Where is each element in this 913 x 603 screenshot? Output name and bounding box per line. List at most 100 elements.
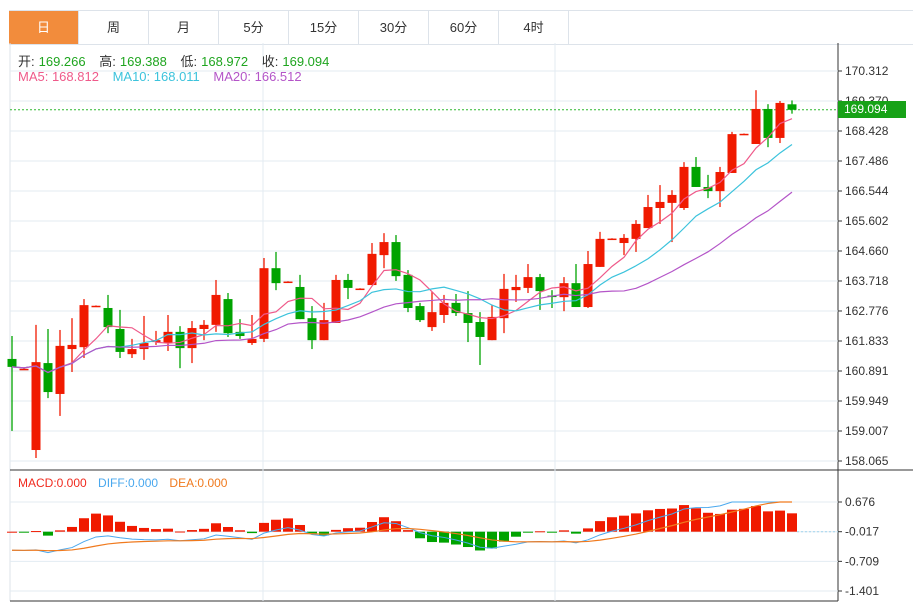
macd-bar bbox=[223, 526, 233, 532]
macd-bar bbox=[259, 522, 269, 532]
candle-body bbox=[475, 321, 485, 337]
price-tick-label: 159.007 bbox=[845, 424, 889, 438]
macd-bar bbox=[667, 508, 677, 532]
candle-body bbox=[7, 358, 17, 367]
macd-bar bbox=[31, 531, 41, 533]
macd-bar bbox=[127, 525, 137, 532]
macd-bar bbox=[775, 510, 785, 532]
ma5-line bbox=[11, 118, 793, 374]
macd-bar bbox=[331, 529, 341, 532]
candle-body bbox=[307, 318, 317, 341]
candle-body bbox=[511, 286, 521, 291]
macd-bar bbox=[787, 513, 797, 532]
macd-tick-label: 0.676 bbox=[845, 495, 875, 509]
ma-readout: MA5: 168.812 MA10: 168.011 MA20: 166.512 bbox=[18, 69, 306, 84]
macd-readout: MACD:0.000 DIFF:0.000 DEA:0.000 bbox=[18, 476, 227, 490]
macd-bar bbox=[295, 524, 305, 532]
ma20-value: MA20: 166.512 bbox=[213, 69, 302, 84]
candle-body bbox=[787, 104, 797, 110]
price-tick-label: 161.833 bbox=[845, 334, 889, 348]
macd-bar bbox=[283, 518, 293, 532]
high-label: 高: bbox=[99, 54, 116, 69]
low-value: 168.972 bbox=[201, 54, 249, 69]
price-tick-label: 160.891 bbox=[845, 364, 889, 378]
ma10-line bbox=[11, 143, 793, 374]
macd-bar bbox=[247, 531, 257, 534]
macd-bar bbox=[607, 517, 617, 532]
price-tick-label: 159.949 bbox=[845, 394, 889, 408]
macd-bar bbox=[631, 513, 641, 532]
macd-bar bbox=[535, 531, 545, 533]
close-value: 169.094 bbox=[282, 54, 330, 69]
candle-body bbox=[223, 299, 233, 334]
macd-bar bbox=[151, 529, 161, 532]
candle-body bbox=[163, 331, 173, 344]
candle-body bbox=[607, 238, 617, 241]
candle-body bbox=[259, 268, 269, 339]
price-tick-label: 167.486 bbox=[845, 154, 889, 168]
candle-body bbox=[751, 108, 761, 144]
ma10-value: MA10: 168.011 bbox=[112, 69, 200, 84]
macd-bar bbox=[19, 531, 29, 533]
macd-bar bbox=[523, 531, 533, 533]
macd-bar bbox=[211, 523, 221, 532]
macd-bar bbox=[187, 530, 197, 532]
price-tick-label: 158.065 bbox=[845, 454, 889, 468]
candle-body bbox=[739, 133, 749, 136]
candle-body bbox=[55, 345, 65, 394]
macd-bar bbox=[199, 528, 209, 532]
candle-body bbox=[115, 329, 125, 352]
candle-body bbox=[19, 368, 29, 371]
candle-body bbox=[655, 201, 665, 208]
macd-bar bbox=[571, 531, 581, 534]
candle-body bbox=[295, 286, 305, 320]
candle-body bbox=[667, 194, 677, 203]
candle-body bbox=[439, 302, 449, 315]
candle-body bbox=[331, 279, 341, 323]
candle-body bbox=[43, 363, 53, 393]
macd-tick-label: -1.401 bbox=[845, 584, 879, 598]
candle-body bbox=[199, 324, 209, 330]
candle-body bbox=[211, 294, 221, 325]
macd-bar bbox=[175, 531, 185, 533]
close-label: 收: bbox=[261, 54, 279, 69]
macd-bar bbox=[91, 513, 101, 532]
macd-bar bbox=[547, 531, 557, 533]
macd-bar bbox=[511, 531, 521, 537]
kline-chart[interactable]: 170.312169.370168.428167.486166.544165.6… bbox=[0, 0, 913, 603]
macd-bar bbox=[583, 528, 593, 532]
price-tick-label: 166.544 bbox=[845, 184, 889, 198]
candle-body bbox=[31, 362, 41, 451]
macd-bar bbox=[115, 521, 125, 532]
ohlc-readout: 开: 169.266 高: 169.388 低: 168.972 收: 169.094 bbox=[18, 51, 339, 70]
candle-body bbox=[643, 207, 653, 229]
candle-body bbox=[691, 166, 701, 187]
candle-body bbox=[127, 349, 137, 355]
candle-body bbox=[271, 268, 281, 284]
macd-bar bbox=[235, 530, 245, 532]
price-tick-label: 168.428 bbox=[845, 124, 889, 138]
candle-body bbox=[283, 281, 293, 284]
macd-bar bbox=[739, 508, 749, 532]
macd-tick-label: -0.709 bbox=[845, 554, 879, 568]
macd-bar bbox=[751, 506, 761, 532]
macd-bar bbox=[403, 530, 413, 532]
macd-bar bbox=[103, 515, 113, 532]
low-label: 低: bbox=[180, 54, 198, 69]
price-tick-label: 163.718 bbox=[845, 274, 889, 288]
candle-body bbox=[67, 344, 77, 350]
macd-bar bbox=[595, 521, 605, 532]
macd-bar bbox=[67, 526, 77, 532]
price-tick-label: 164.660 bbox=[845, 244, 889, 258]
macd-bar bbox=[559, 530, 569, 532]
price-tick-label: 170.312 bbox=[845, 64, 889, 78]
macd-bar bbox=[163, 528, 173, 532]
ma5-value: MA5: 168.812 bbox=[18, 69, 99, 84]
candle-body bbox=[619, 237, 629, 244]
candle-body bbox=[379, 242, 389, 256]
candle-body bbox=[487, 316, 497, 341]
macd-bar bbox=[427, 531, 437, 543]
macd-bar bbox=[55, 530, 65, 532]
candle-body bbox=[631, 223, 641, 239]
macd-bar bbox=[79, 518, 89, 532]
